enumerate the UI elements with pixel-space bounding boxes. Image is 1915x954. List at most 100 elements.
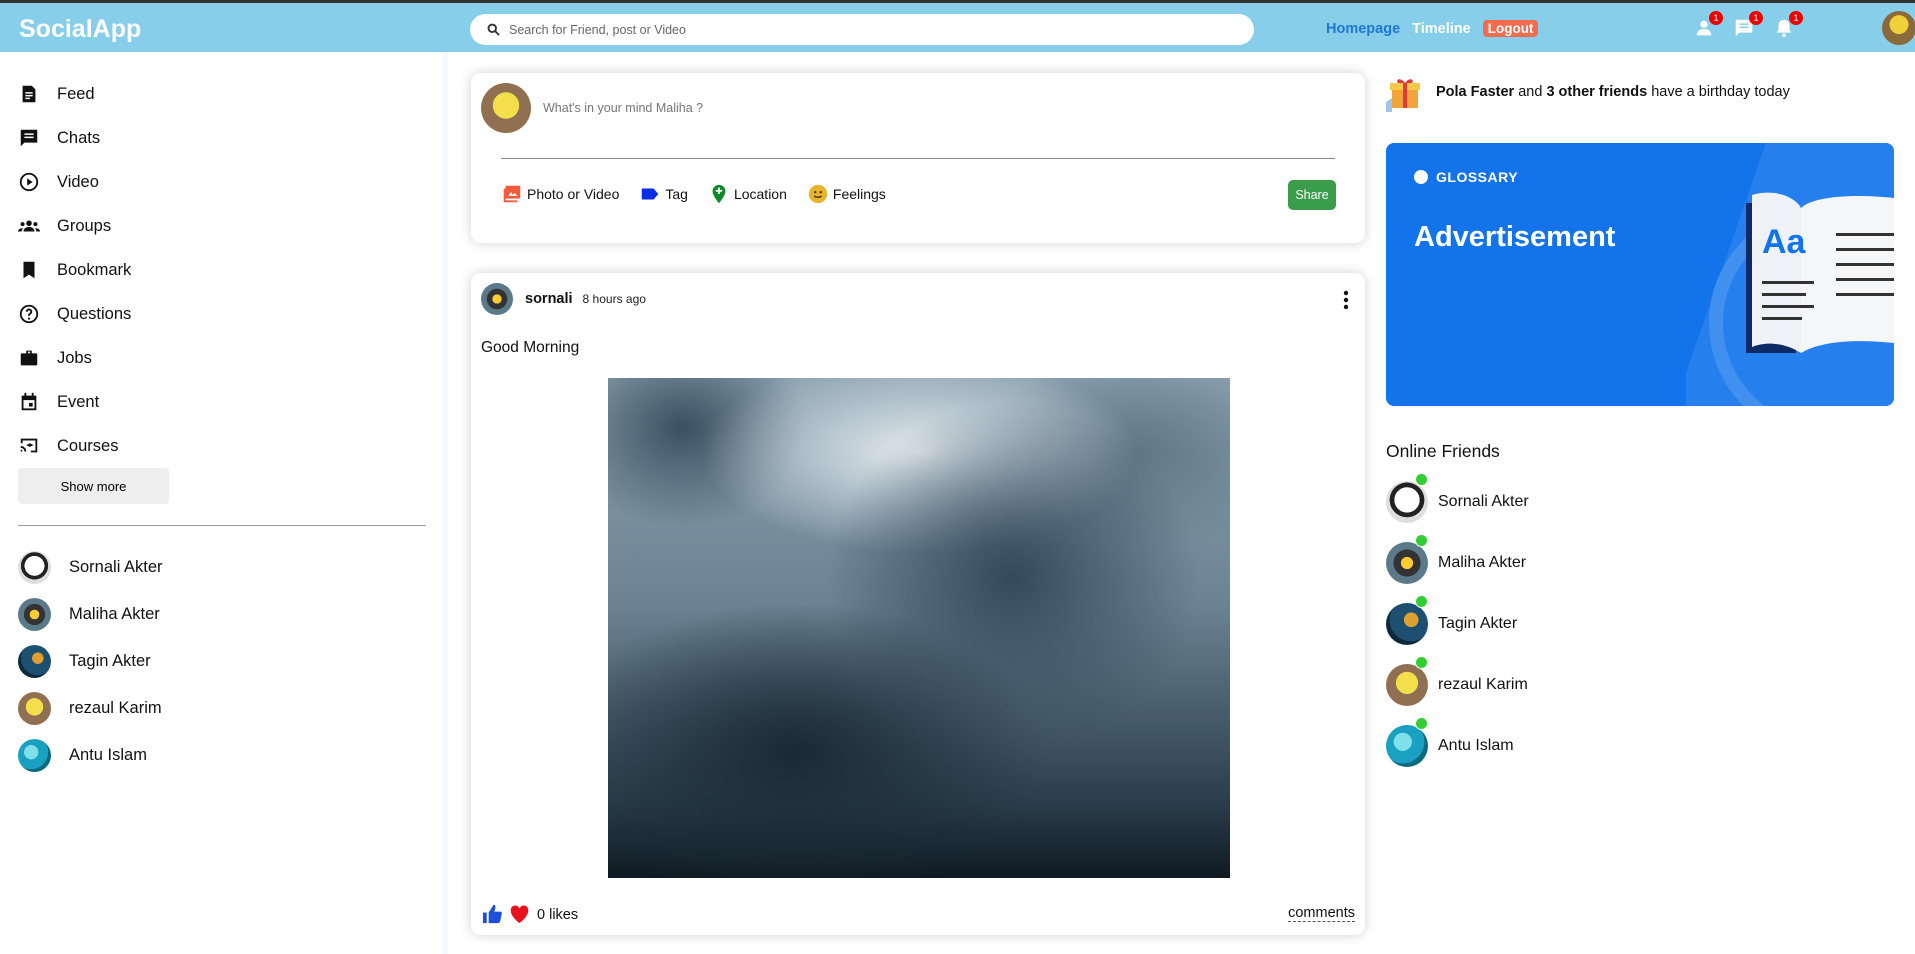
advertisement-banner[interactable]: GLOSSARY Advertisement Aa	[1386, 143, 1894, 406]
online-friend-item[interactable]: Sornali Akter	[1386, 471, 1529, 532]
avatar	[1386, 663, 1428, 706]
friend-name: Antu Islam	[69, 746, 147, 764]
sidebar-divider	[18, 525, 426, 526]
sidebar-item-label: Feed	[57, 84, 95, 103]
heart-icon[interactable]	[508, 903, 531, 926]
friend-item[interactable]: Antu Islam	[18, 732, 163, 779]
post-input[interactable]	[543, 101, 1243, 115]
online-friend-item[interactable]: Tagin Akter	[1386, 593, 1529, 654]
avatar	[481, 83, 531, 133]
online-friend-item[interactable]: Maliha Akter	[1386, 532, 1529, 593]
avatar[interactable]	[481, 283, 513, 315]
post-composer: Photo or Video Tag Location Feelings Sha…	[471, 73, 1365, 243]
sidebar-item-courses[interactable]: Courses	[18, 424, 131, 468]
feed-icon	[22, 85, 36, 103]
option-label: Feelings	[832, 186, 886, 202]
thumbs-up-icon[interactable]	[481, 903, 504, 926]
sidebar-item-label: Courses	[57, 436, 119, 455]
friend-item[interactable]: Sornali Akter	[18, 544, 163, 591]
show-more-button[interactable]: Show more	[18, 468, 169, 504]
tag-option[interactable]: Tag	[639, 183, 688, 205]
online-friend-name: Antu Islam	[1438, 736, 1514, 754]
online-friend-name: rezaul Karim	[1438, 675, 1528, 693]
sidebar-item-label: Video	[57, 172, 99, 191]
birthday-others[interactable]: 3 other friends	[1546, 84, 1647, 100]
avatar	[1386, 541, 1428, 584]
sidebar-item-questions[interactable]: Questions	[18, 292, 131, 336]
comments-link[interactable]: comments	[1288, 905, 1355, 922]
app-logo[interactable]: SocialApp	[19, 15, 141, 44]
more-options-button[interactable]	[1341, 289, 1351, 311]
online-status-dot	[1415, 473, 1428, 486]
profile-avatar[interactable]	[1882, 11, 1915, 45]
search-bar[interactable]	[470, 14, 1254, 45]
avatar	[18, 598, 51, 631]
online-friend-name: Maliha Akter	[1438, 553, 1527, 571]
book-letters: Aa	[1762, 223, 1807, 261]
feed-post: sornali 8 hours ago Good Morning 0 likes…	[471, 273, 1365, 935]
online-friends-title: Online Friends	[1386, 441, 1500, 461]
notification-icons: 1 1 1	[1693, 11, 1803, 39]
post-username[interactable]: sornali	[525, 291, 573, 307]
option-label: Photo or Video	[527, 186, 620, 202]
post-header: sornali 8 hours ago	[481, 283, 646, 315]
sidebar-item-groups[interactable]: Groups	[18, 204, 131, 248]
avatar	[1386, 724, 1428, 767]
ad-title: Advertisement	[1414, 221, 1616, 253]
post-footer: 0 likes comments	[481, 903, 1355, 926]
sidebar-item-video[interactable]: Video	[18, 160, 131, 204]
avatar	[18, 645, 51, 678]
sidebar-item-label: Questions	[57, 304, 132, 323]
cast-for-education-icon	[20, 438, 38, 453]
logout-button[interactable]: Logout	[1482, 20, 1539, 37]
sidebar-item-label: Chats	[57, 128, 101, 147]
online-status-dot	[1415, 717, 1428, 730]
sidebar-friend-list: Sornali Akter Maliha Akter Tagin Akter r…	[18, 544, 163, 779]
sidebar-nav: Feed Chats Video Groups Bookmark Questio…	[18, 72, 131, 468]
sidebar-item-bookmark[interactable]: Bookmark	[18, 248, 131, 292]
friend-requests-button[interactable]: 1	[1693, 11, 1723, 39]
online-friends-list: Sornali Akter Maliha Akter Tagin Akter r…	[1386, 471, 1529, 776]
online-status-dot	[1415, 534, 1428, 547]
online-friend-name: Tagin Akter	[1438, 614, 1518, 632]
online-status-dot	[1415, 656, 1428, 669]
gift-icon	[1386, 79, 1420, 112]
sidebar-item-label: Groups	[57, 216, 112, 235]
photo-library-icon	[503, 185, 521, 203]
friend-name: Sornali Akter	[69, 558, 163, 576]
share-button[interactable]: Share	[1288, 180, 1336, 210]
notifications-button[interactable]: 1	[1773, 11, 1803, 39]
calendar-icon	[21, 392, 37, 411]
avatar	[1386, 602, 1428, 645]
friend-requests-badge: 1	[1709, 11, 1723, 25]
messages-button[interactable]: 1	[1733, 11, 1763, 39]
location-pin-icon	[712, 184, 726, 204]
sidebar-item-label: Event	[57, 392, 100, 411]
friend-name: Maliha Akter	[69, 605, 160, 623]
book-illustration-icon: Aa	[1686, 143, 1894, 406]
online-friend-name: Sornali Akter	[1438, 492, 1529, 510]
friend-item[interactable]: Maliha Akter	[18, 591, 163, 638]
friend-item[interactable]: rezaul Karim	[18, 685, 163, 732]
online-friend-item[interactable]: Antu Islam	[1386, 715, 1529, 776]
friend-item[interactable]: Tagin Akter	[18, 638, 163, 685]
sidebar-item-chats[interactable]: Chats	[18, 116, 131, 160]
sidebar-item-jobs[interactable]: Jobs	[18, 336, 131, 380]
label-icon	[642, 188, 659, 200]
feelings-option[interactable]: Feelings	[807, 183, 886, 205]
homepage-link[interactable]: Homepage	[1326, 21, 1400, 37]
sidebar-item-feed[interactable]: Feed	[18, 72, 131, 116]
photo-video-option[interactable]: Photo or Video	[501, 183, 619, 205]
timeline-link[interactable]: Timeline	[1412, 21, 1471, 37]
location-option[interactable]: Location	[708, 183, 787, 205]
avatar	[18, 692, 51, 725]
birthday-name[interactable]: Pola Faster	[1436, 84, 1514, 100]
option-label: Tag	[665, 186, 688, 202]
post-image[interactable]	[608, 378, 1230, 878]
search-input[interactable]	[509, 22, 1209, 37]
post-text: Good Morning	[481, 339, 580, 356]
online-status-dot	[1415, 595, 1428, 608]
online-friend-item[interactable]: rezaul Karim	[1386, 654, 1529, 715]
composer-divider	[501, 158, 1335, 159]
sidebar-item-event[interactable]: Event	[18, 380, 131, 424]
